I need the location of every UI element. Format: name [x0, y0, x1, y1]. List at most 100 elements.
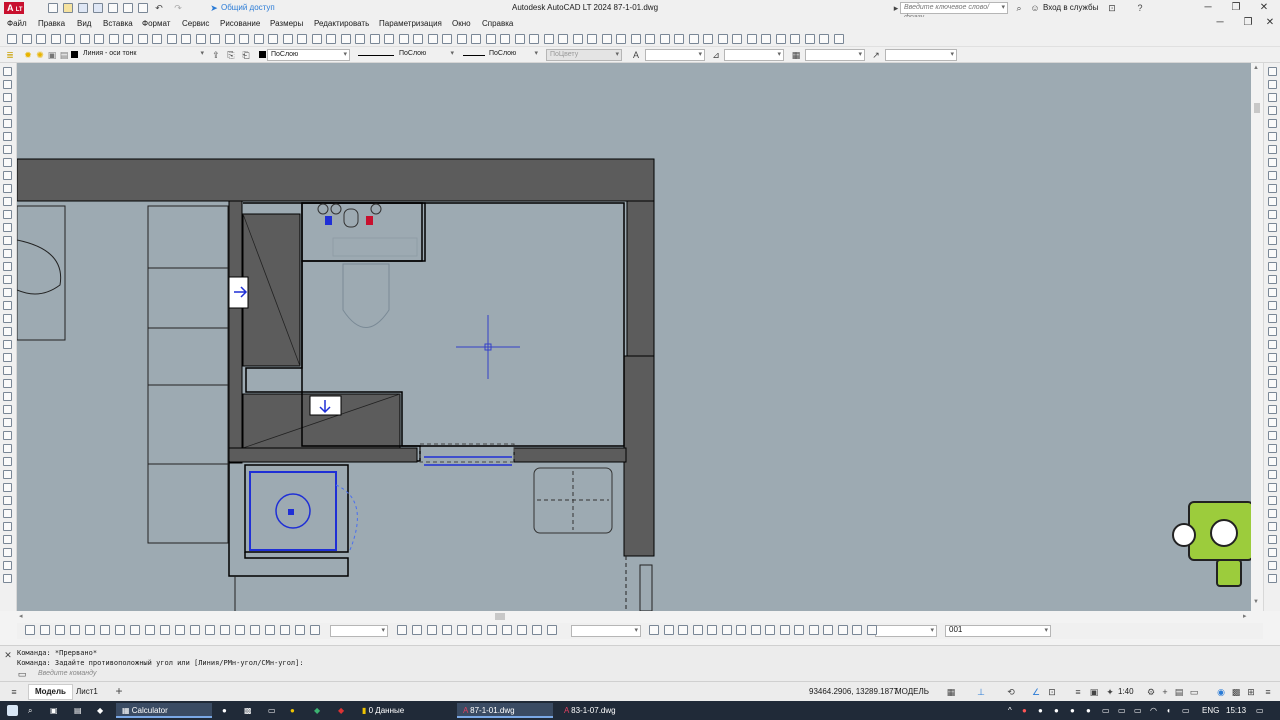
modify-tool-29-icon[interactable] [1268, 431, 1277, 440]
modify-tool-4-icon[interactable] [1268, 106, 1277, 115]
dim-tool-37-icon[interactable] [722, 625, 732, 635]
scroll-right-arrow[interactable]: ▸ [1243, 612, 1247, 620]
modify-tool-8-icon[interactable] [1268, 158, 1277, 167]
menu-item-file[interactable]: Файл [7, 18, 27, 30]
modify-tool-17-icon[interactable] [1268, 275, 1277, 284]
dim-tool-15-icon[interactable] [235, 625, 245, 635]
modify-tool-25-icon[interactable] [1268, 379, 1277, 388]
windows-start-icon[interactable] [7, 705, 18, 716]
toolbar-tool-42-icon[interactable] [602, 34, 612, 44]
monitor-icon[interactable]: ▭ [268, 703, 276, 718]
draw-tool-18-icon[interactable] [3, 288, 12, 297]
modify-tool-15-icon[interactable] [1268, 249, 1277, 258]
menu-item-tools[interactable]: Сервис [182, 18, 209, 30]
toolbar-tool-14-icon[interactable] [196, 34, 206, 44]
modify-tool-3-icon[interactable] [1268, 93, 1277, 102]
autocad-logo-icon[interactable]: A LT [4, 2, 24, 14]
properties-icon[interactable]: ▤ [1173, 686, 1185, 698]
dim-tool-4-icon[interactable] [70, 625, 80, 635]
toolbar-tool-29-icon[interactable] [413, 34, 423, 44]
draw-tool-21-icon[interactable] [3, 327, 12, 336]
toolbar-tool-13-icon[interactable] [181, 34, 191, 44]
dim-dropdown-2[interactable] [571, 625, 641, 637]
draw-tool-12-icon[interactable] [3, 210, 12, 219]
redo-icon[interactable]: ↷ [172, 2, 184, 14]
modify-tool-39-icon[interactable] [1268, 561, 1277, 570]
toolbar-tool-2-icon[interactable] [22, 34, 32, 44]
dim-tool-41-icon[interactable] [780, 625, 790, 635]
tray-chevron-icon[interactable]: ^ [1008, 703, 1012, 718]
lineweight-dropdown[interactable]: ПоСлою [486, 49, 540, 61]
dim-tool-34-icon[interactable] [678, 625, 688, 635]
toolbar-tool-11-icon[interactable] [152, 34, 162, 44]
modify-tool-23-icon[interactable] [1268, 353, 1277, 362]
modify-tool-24-icon[interactable] [1268, 366, 1277, 375]
modify-tool-30-icon[interactable] [1268, 444, 1277, 453]
menu-item-format[interactable]: Формат [142, 18, 170, 30]
dim-tool-23-icon[interactable] [427, 625, 437, 635]
toolbar-tool-51-icon[interactable] [732, 34, 742, 44]
drawing-canvas[interactable] [17, 63, 1251, 611]
draw-tool-8-icon[interactable] [3, 158, 12, 167]
draw-tool-5-icon[interactable] [3, 119, 12, 128]
layer-properties-icon[interactable]: ≣ [4, 49, 16, 61]
speaker-icon[interactable]: ◖ [1166, 703, 1171, 718]
toolbar-tool-6-icon[interactable] [80, 34, 90, 44]
dim-tool-19-icon[interactable] [295, 625, 305, 635]
draw-tool-27-icon[interactable] [3, 405, 12, 414]
tray-icon-3[interactable]: ● [1054, 703, 1059, 718]
toolbar-tool-53-icon[interactable] [761, 34, 771, 44]
dim-tool-45-icon[interactable] [838, 625, 848, 635]
chrome-icon[interactable]: ● [222, 703, 227, 718]
draw-tool-15-icon[interactable] [3, 249, 12, 258]
clock[interactable]: 15:13 [1226, 703, 1246, 718]
share-icon[interactable]: ➤ [208, 2, 220, 14]
modify-tool-32-icon[interactable] [1268, 470, 1277, 479]
command-input[interactable]: Введите команду [38, 668, 96, 680]
toolbar-tool-41-icon[interactable] [587, 34, 597, 44]
dim-tool-2-icon[interactable] [40, 625, 50, 635]
draw-tool-34-icon[interactable] [3, 496, 12, 505]
help-search-input[interactable]: Введите ключевое слово/фразу [900, 2, 1008, 21]
ortho-icon[interactable]: ⟲ [1005, 686, 1017, 698]
toolbar-tool-19-icon[interactable] [268, 34, 278, 44]
dim-tool-10-icon[interactable] [160, 625, 170, 635]
draw-tool-31-icon[interactable] [3, 457, 12, 466]
dim-tool-9-icon[interactable] [145, 625, 155, 635]
toolbar-tool-25-icon[interactable] [355, 34, 365, 44]
scroll-thumb[interactable] [1254, 103, 1260, 113]
dim-tool-25-icon[interactable] [457, 625, 467, 635]
model-space-label[interactable]: МОДЕЛЬ [895, 686, 929, 698]
toolbar-tool-5-icon[interactable] [65, 34, 75, 44]
table-style-dropdown[interactable] [805, 49, 865, 61]
draw-tool-30-icon[interactable] [3, 444, 12, 453]
toolbar-tool-30-icon[interactable] [428, 34, 438, 44]
modify-tool-28-icon[interactable] [1268, 418, 1277, 427]
toolbar-tool-28-icon[interactable] [399, 34, 409, 44]
user-icon[interactable]: ☺ [1029, 2, 1041, 14]
dim-tool-14-icon[interactable] [220, 625, 230, 635]
dim-tool-42-icon[interactable] [794, 625, 804, 635]
modify-tool-18-icon[interactable] [1268, 288, 1277, 297]
draw-tool-29-icon[interactable] [3, 431, 12, 440]
menu-item-parametric[interactable]: Параметризация [379, 18, 442, 30]
scroll-left-arrow[interactable]: ◂ [19, 612, 23, 620]
toolbar-tool-27-icon[interactable] [384, 34, 394, 44]
taskbar-app-calculator[interactable]: ▦ Calculator [116, 703, 212, 718]
modify-tool-20-icon[interactable] [1268, 314, 1277, 323]
menu-item-insert[interactable]: Вставка [103, 18, 133, 30]
menu-item-draw[interactable]: Рисование [220, 18, 260, 30]
signin-label[interactable]: Вход в службы [1043, 2, 1098, 14]
cart-icon[interactable]: ⊡ [1106, 2, 1118, 14]
save-icon[interactable] [78, 3, 88, 13]
annotation-scale-icon[interactable]: ✦ [1104, 686, 1116, 698]
language-indicator[interactable]: ENG [1202, 703, 1219, 718]
search-icon[interactable]: ⌕ [1013, 2, 1025, 14]
toolbar-tool-37-icon[interactable] [529, 34, 539, 44]
draw-tool-38-icon[interactable] [3, 548, 12, 557]
polar-icon[interactable]: ∠ [1030, 686, 1042, 698]
modify-tool-5-icon[interactable] [1268, 119, 1277, 128]
modify-tool-11-icon[interactable] [1268, 197, 1277, 206]
dim-tool-22-icon[interactable] [412, 625, 422, 635]
toolbar-tool-1-icon[interactable] [7, 34, 17, 44]
